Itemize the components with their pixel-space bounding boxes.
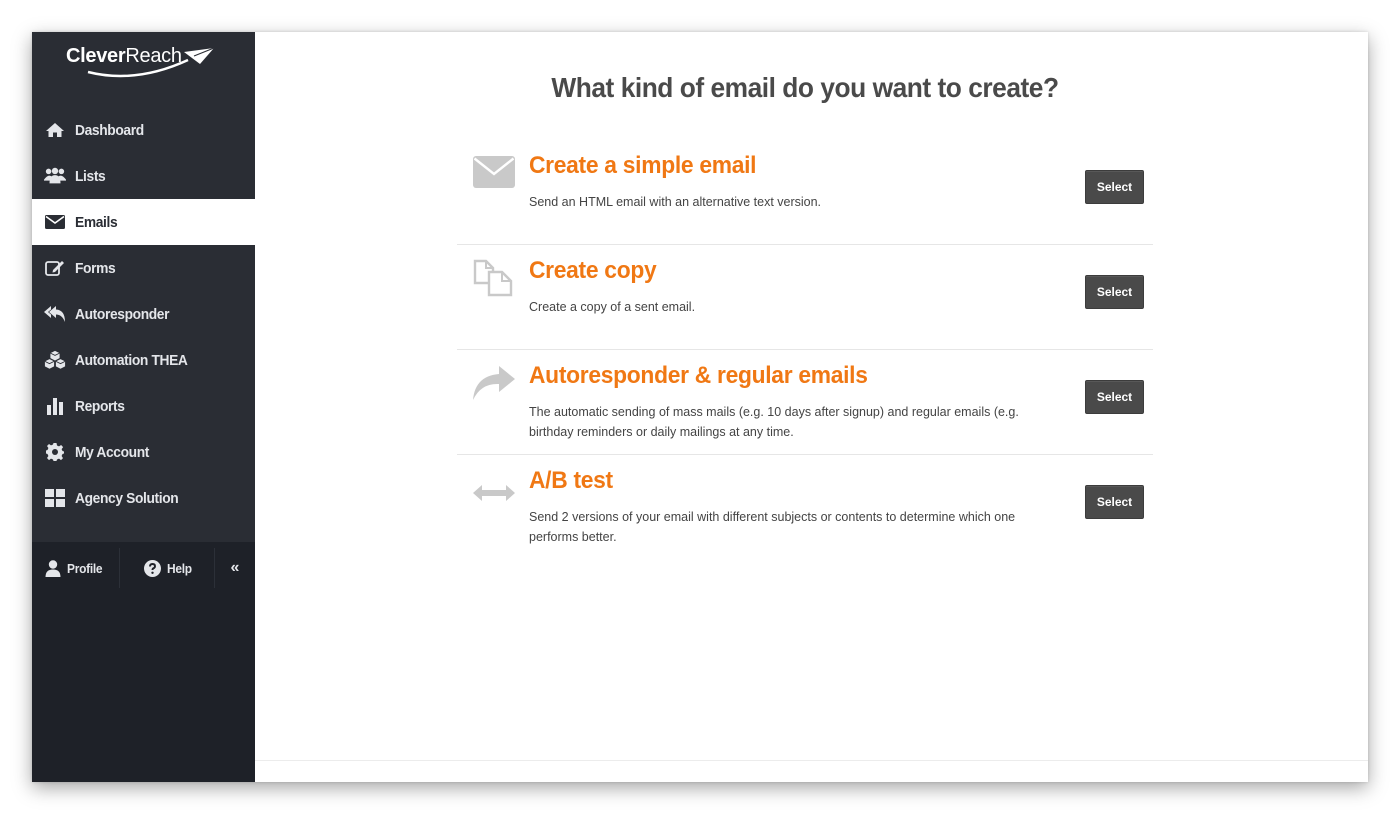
logo-swoosh-icon <box>87 47 215 78</box>
copy-icon <box>473 259 517 299</box>
question-circle-icon <box>144 559 161 577</box>
sidebar-item-emails[interactable]: Emails <box>32 199 255 245</box>
sidebar-item-lists[interactable]: Lists <box>32 153 255 199</box>
sidebar-item-my-account[interactable]: My Account <box>32 429 255 475</box>
option-description: Send an HTML email with an alternative t… <box>529 195 822 209</box>
email-type-options: Create a simple email Send an HTML email… <box>457 140 1153 560</box>
main-content: What kind of email do you want to create… <box>255 32 1368 782</box>
option-ab-test: A/B test Send 2 versions of your email w… <box>457 455 1153 560</box>
main-nav: Dashboard Lists Emails Forms Autorespond… <box>32 107 255 521</box>
app-window: CleverReach Dashboard Lists Emails Forms… <box>32 32 1368 782</box>
sidebar-footer: Profile Help « <box>32 546 255 590</box>
option-simple-email: Create a simple email Send an HTML email… <box>457 140 1153 245</box>
sidebar-item-autoresponder[interactable]: Autoresponder <box>32 291 255 337</box>
sidebar-item-label: Dashboard <box>75 121 144 139</box>
profile-button[interactable]: Profile <box>32 546 119 590</box>
cubes-icon <box>44 350 66 370</box>
sidebar-item-forms[interactable]: Forms <box>32 245 255 291</box>
reply-all-icon <box>44 304 66 324</box>
footer-divider-line <box>255 760 1368 761</box>
logo[interactable]: CleverReach <box>32 42 255 86</box>
sidebar-item-reports[interactable]: Reports <box>32 383 255 429</box>
arrows-horizontal-icon <box>473 469 517 509</box>
sidebar-item-label: Lists <box>75 167 106 185</box>
envelope-icon <box>44 212 66 232</box>
select-autoresponder-button[interactable]: Select <box>1085 380 1144 414</box>
edit-icon <box>44 258 66 278</box>
help-label: Help <box>167 560 192 576</box>
chevrons-left-icon: « <box>230 559 240 576</box>
collapse-sidebar-button[interactable]: « <box>215 546 255 590</box>
option-title: Create a simple email <box>529 152 757 179</box>
option-autoresponder: Autoresponder & regular emails The autom… <box>457 350 1153 455</box>
bar-chart-icon <box>44 396 66 416</box>
sidebar-item-label: My Account <box>75 443 150 461</box>
user-icon <box>45 559 61 577</box>
option-title: Create copy <box>529 257 657 284</box>
gear-icon <box>44 442 66 462</box>
users-icon <box>44 166 66 186</box>
sidebar-item-label: Forms <box>75 259 116 277</box>
sidebar-item-agency-solution[interactable]: Agency Solution <box>32 475 255 521</box>
sidebar-item-label: Reports <box>75 397 125 415</box>
home-icon <box>44 120 66 140</box>
sidebar-item-label: Emails <box>75 213 118 231</box>
option-title: A/B test <box>529 467 613 494</box>
option-description: Create a copy of a sent email. <box>529 300 696 314</box>
option-description: The automatic sending of mass mails (e.g… <box>529 405 1019 439</box>
select-simple-email-button[interactable]: Select <box>1085 170 1144 204</box>
sidebar-item-label: Agency Solution <box>75 489 179 507</box>
grid-icon <box>44 488 66 508</box>
help-button[interactable]: Help <box>120 546 214 590</box>
select-ab-test-button[interactable]: Select <box>1085 485 1144 519</box>
select-create-copy-button[interactable]: Select <box>1085 275 1144 309</box>
page-title: What kind of email do you want to create… <box>551 72 1059 103</box>
sidebar-item-dashboard[interactable]: Dashboard <box>32 107 255 153</box>
sidebar-item-automation-thea[interactable]: Automation THEA <box>32 337 255 383</box>
option-title: Autoresponder & regular emails <box>529 362 868 389</box>
sidebar-item-label: Automation THEA <box>75 351 188 369</box>
sidebar-item-label: Autoresponder <box>75 305 170 323</box>
option-description: Send 2 versions of your email with diffe… <box>529 510 1016 544</box>
option-create-copy: Create copy Create a copy of a sent emai… <box>457 245 1153 350</box>
share-arrow-icon <box>473 364 517 404</box>
envelope-icon <box>473 154 517 194</box>
sidebar: CleverReach Dashboard Lists Emails Forms… <box>32 32 255 782</box>
profile-label: Profile <box>67 560 103 576</box>
